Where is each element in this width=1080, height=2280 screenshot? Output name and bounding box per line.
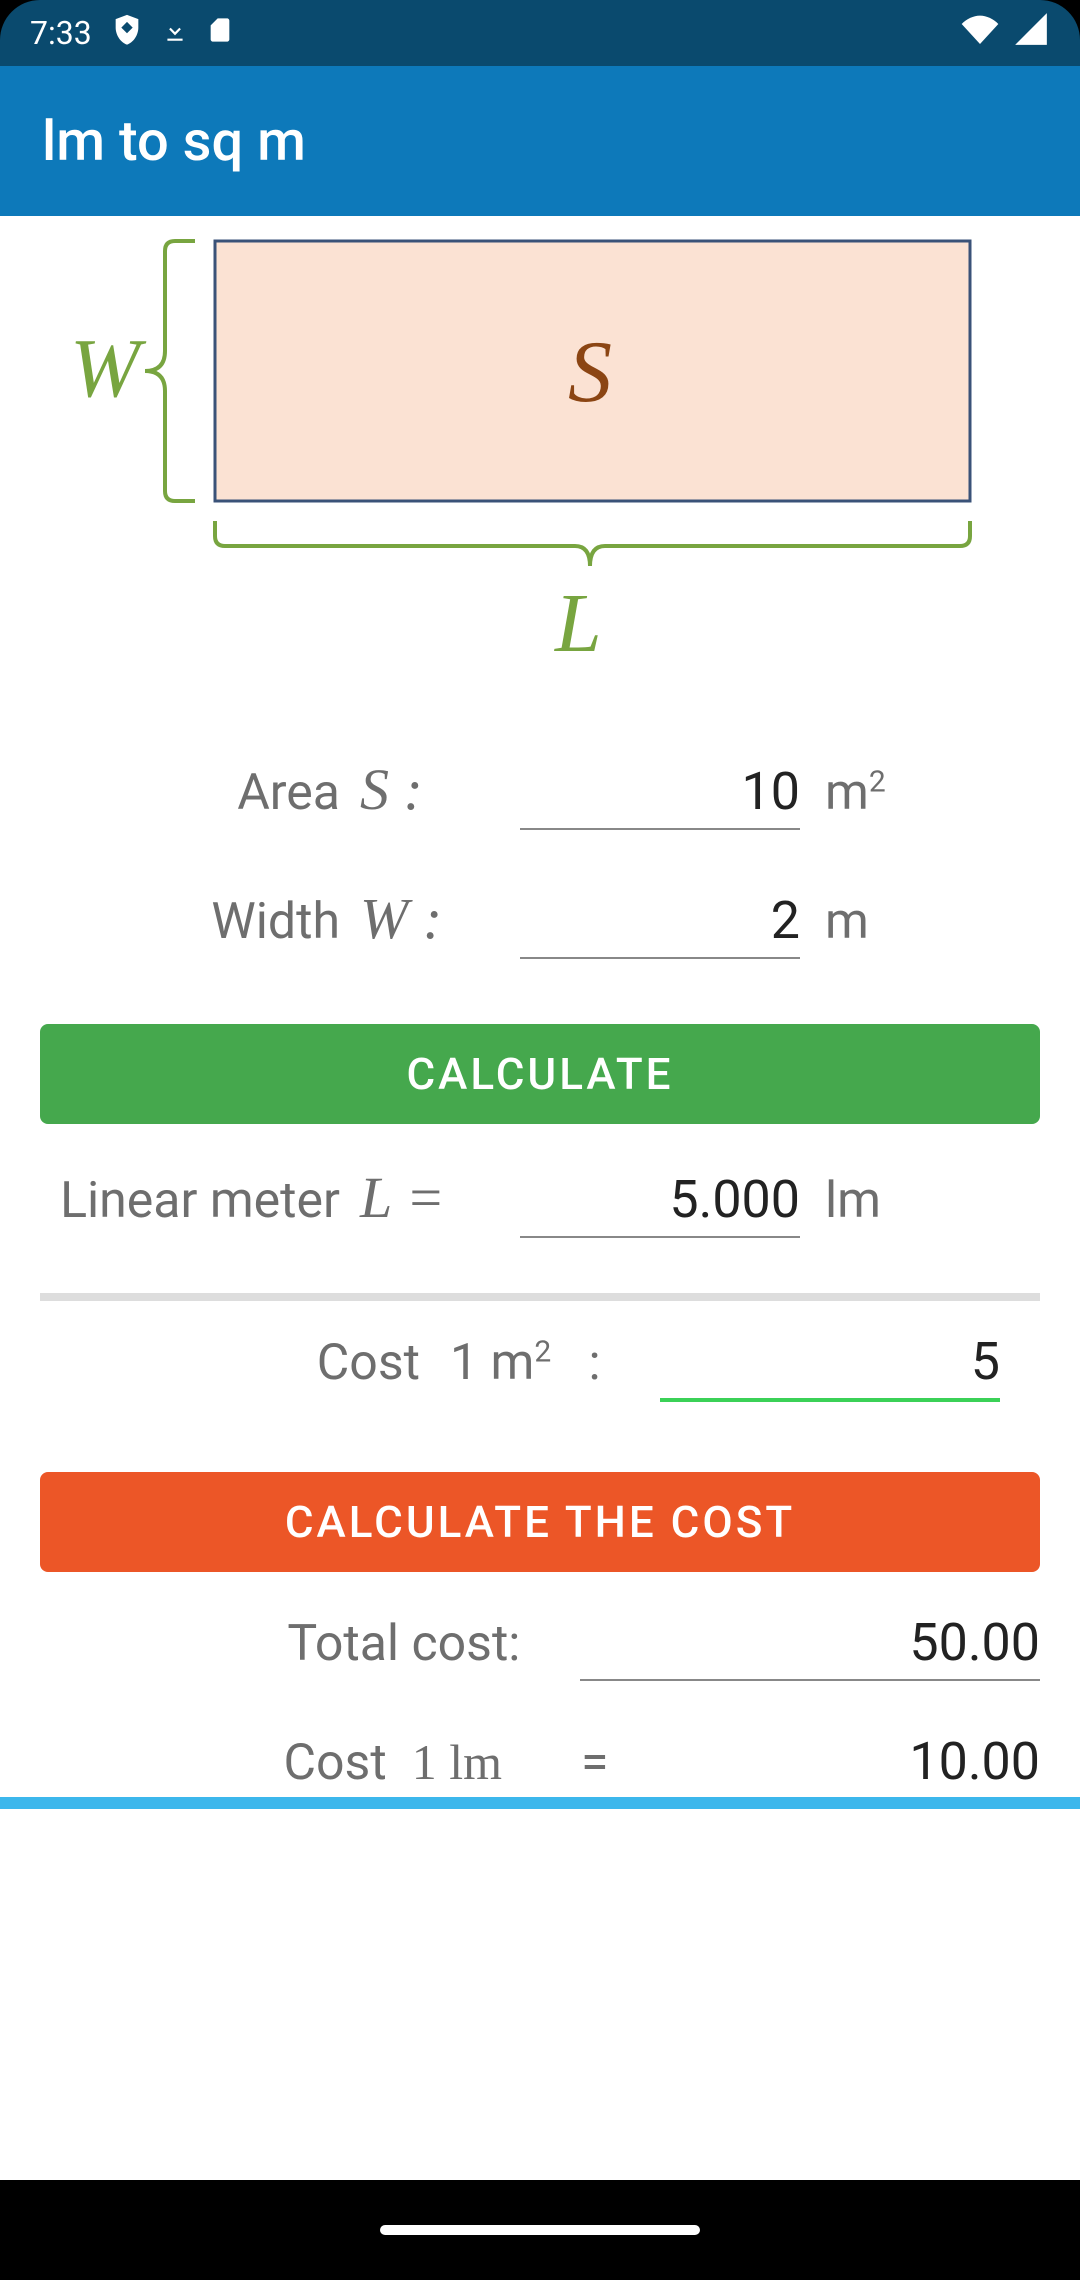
diagram-l-label: L — [554, 577, 602, 666]
width-symbol: W : — [360, 885, 520, 952]
cost-per-m2-row: Cost 1 m2 : — [40, 1331, 1040, 1402]
area-row: Area S : m2 — [40, 756, 1040, 830]
cost-input[interactable] — [660, 1331, 1000, 1402]
linear-meter-unit: lm — [800, 1172, 940, 1230]
width-row: Width W : m — [40, 885, 1040, 959]
sd-card-icon — [206, 14, 234, 52]
wifi-icon — [960, 9, 1000, 57]
area-symbol: S : — [360, 756, 520, 823]
cost-lm-label: Cost — [80, 1734, 387, 1792]
status-bar: 7:33 — [0, 0, 1080, 66]
navigation-bar[interactable] — [0, 2180, 1080, 2280]
width-input[interactable] — [520, 890, 800, 959]
width-unit: m — [800, 893, 940, 951]
cost-per-lm-row: Cost 1 lm = 10.00 — [40, 1731, 1040, 1792]
area-label: Area — [40, 764, 360, 822]
app-bar: lm to sq m — [0, 66, 1080, 216]
cost-unit: 1 m2 : — [420, 1334, 660, 1392]
total-cost-row: Total cost: 50.00 — [40, 1612, 1040, 1681]
cost-lm-eq: = — [565, 1734, 624, 1792]
signal-icon — [1012, 10, 1050, 56]
cost-label: Cost — [80, 1334, 420, 1392]
cost-lm-value: 10.00 — [624, 1731, 1040, 1792]
down-arrow-icon — [162, 14, 188, 52]
app-title: lm to sq m — [42, 108, 306, 174]
area-input[interactable] — [520, 761, 800, 830]
shield-icon — [110, 12, 144, 54]
linear-meter-row: Linear meter L = lm — [40, 1164, 1040, 1238]
home-pill[interactable] — [380, 2225, 700, 2235]
divider — [40, 1293, 1040, 1301]
total-cost-value: 50.00 — [580, 1612, 1040, 1681]
scroll-indicator — [0, 1797, 1080, 1809]
calculate-button[interactable]: CALCULATE — [40, 1024, 1040, 1124]
linear-meter-label: Linear meter — [40, 1172, 360, 1230]
cost-lm-unit: 1 lm — [387, 1733, 565, 1791]
status-time: 7:33 — [30, 14, 92, 52]
area-diagram: S W L — [0, 226, 1080, 666]
total-cost-label: Total cost: — [80, 1615, 520, 1673]
width-label: Width — [40, 893, 360, 951]
calculate-cost-button[interactable]: CALCULATE THE COST — [40, 1472, 1040, 1572]
area-unit: m2 — [800, 764, 940, 822]
diagram-s-label: S — [568, 324, 612, 421]
linear-meter-output[interactable] — [520, 1169, 800, 1238]
linear-meter-symbol: L = — [360, 1164, 520, 1231]
diagram-w-label: W — [70, 322, 147, 415]
